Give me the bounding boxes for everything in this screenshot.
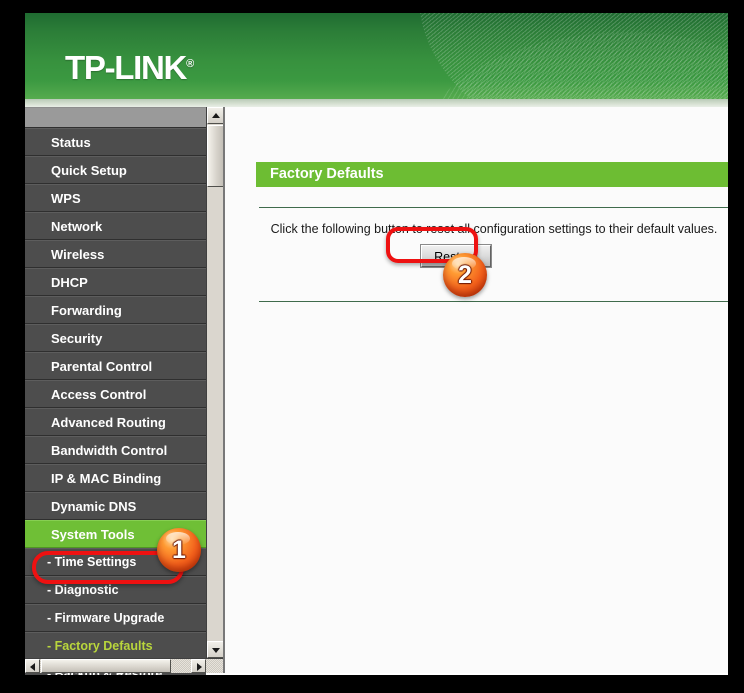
scroll-up-button[interactable] bbox=[207, 107, 224, 124]
page-title: Factory Defaults bbox=[256, 162, 728, 187]
divider-bottom bbox=[259, 301, 728, 302]
sidebar-header-strip bbox=[25, 108, 206, 128]
scroll-down-button[interactable] bbox=[207, 641, 224, 658]
sidebar-nav: Status Quick Setup WPS Network Wireless DHCP F… bbox=[25, 107, 206, 675]
logo-text: TP-LINK bbox=[65, 49, 187, 86]
sidebar-item-forwarding[interactable]: Forwarding bbox=[25, 296, 206, 324]
chevron-up-icon bbox=[212, 113, 220, 118]
sidebar-item-access-control[interactable]: Access Control bbox=[25, 380, 206, 408]
sidebar-item-quick-setup[interactable]: Quick Setup bbox=[25, 156, 206, 184]
sidebar-item-system-tools[interactable]: System Tools bbox=[25, 520, 206, 548]
hscroll-thumb[interactable] bbox=[41, 659, 171, 673]
sidebar-item-diagnostic[interactable]: - Diagnostic bbox=[25, 576, 206, 604]
sidebar-item-bandwidth-control[interactable]: Bandwidth Control bbox=[25, 436, 206, 464]
tplink-logo: TP-LINK® bbox=[65, 51, 194, 84]
scrollbar-thumb[interactable] bbox=[207, 125, 224, 187]
sidebar-item-wireless[interactable]: Wireless bbox=[25, 240, 206, 268]
sidebar-item-wps[interactable]: WPS bbox=[25, 184, 206, 212]
banner-arc-line-icon bbox=[408, 23, 728, 99]
brand-banner: TP-LINK® bbox=[25, 13, 728, 99]
router-admin-page: TP-LINK® Status Quick Setup WPS Network Wire… bbox=[25, 13, 728, 675]
sidebar-item-time-settings[interactable]: - Time Settings bbox=[25, 548, 206, 576]
sidebar-item-parental-control[interactable]: Parental Control bbox=[25, 352, 206, 380]
screenshot-root: TP-LINK® Status Quick Setup WPS Network Wire… bbox=[0, 0, 744, 693]
scroll-left-button[interactable] bbox=[25, 659, 40, 673]
sidebar-item-dynamic-dns[interactable]: Dynamic DNS bbox=[25, 492, 206, 520]
sidebar-item-status[interactable]: Status bbox=[25, 128, 206, 156]
instruction-text: Click the following button to reset all … bbox=[270, 222, 718, 236]
sidebar-horizontal-scrollbar[interactable] bbox=[25, 658, 223, 673]
content-inner: Factory Defaults Click the following but… bbox=[225, 107, 728, 673]
sidebar-item-network[interactable]: Network bbox=[25, 212, 206, 240]
chevron-right-icon bbox=[197, 663, 202, 671]
sidebar-item-advanced-routing[interactable]: Advanced Routing bbox=[25, 408, 206, 436]
divider-top bbox=[259, 207, 728, 208]
chevron-left-icon bbox=[30, 663, 35, 671]
sidebar-item-ip-mac-binding[interactable]: IP & MAC Binding bbox=[25, 464, 206, 492]
scrollbar-track[interactable] bbox=[207, 124, 224, 641]
scroll-right-button[interactable] bbox=[191, 659, 206, 673]
main-content-pane: Factory Defaults Click the following but… bbox=[223, 107, 728, 673]
chevron-down-icon bbox=[212, 648, 220, 653]
registered-trademark-icon: ® bbox=[186, 58, 195, 70]
sidebar-item-firmware-upgrade[interactable]: - Firmware Upgrade bbox=[25, 604, 206, 632]
restore-button[interactable]: Restore bbox=[420, 244, 492, 268]
sidebar-item-factory-defaults[interactable]: - Factory Defaults bbox=[25, 632, 206, 660]
sidebar-item-dhcp[interactable]: DHCP bbox=[25, 268, 206, 296]
sidebar-vertical-scrollbar[interactable] bbox=[206, 107, 224, 658]
banner-bottom-strip bbox=[25, 99, 728, 107]
sidebar-item-security[interactable]: Security bbox=[25, 324, 206, 352]
sidebar-item-list: Status Quick Setup WPS Network Wireless DHCP F… bbox=[25, 128, 206, 675]
